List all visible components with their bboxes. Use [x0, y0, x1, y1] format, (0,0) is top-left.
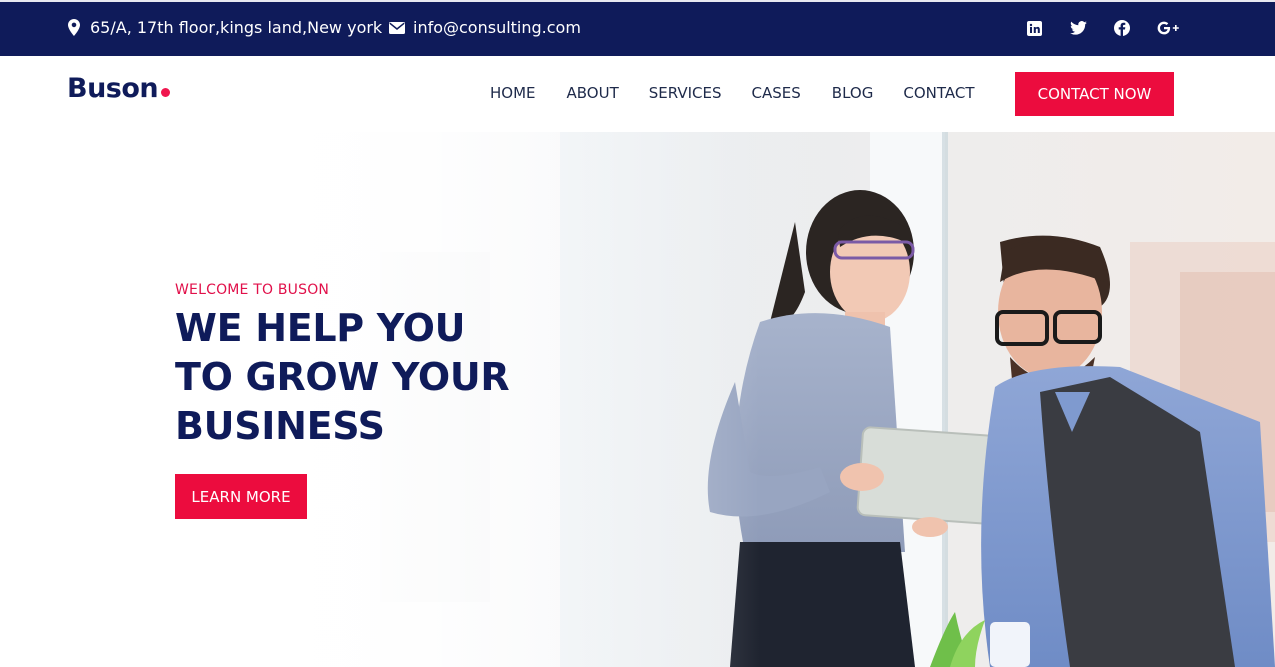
- google-plus-icon[interactable]: [1157, 19, 1179, 37]
- hero-eyebrow: WELCOME TO BUSON: [175, 282, 330, 298]
- brand-name[interactable]: Buson: [67, 73, 159, 104]
- headline-line-3: BUSINESS: [175, 404, 385, 448]
- nav-item-blog[interactable]: BLOG: [832, 84, 874, 102]
- brand-logo[interactable]: Buson: [67, 73, 171, 104]
- nav-item-contact[interactable]: CONTACT: [903, 84, 974, 102]
- logo-dot: [161, 88, 171, 97]
- email-text[interactable]: info@consulting.com: [413, 18, 581, 37]
- social-links: [1025, 19, 1179, 37]
- main-navbar: Buson HOME ABOUT SERVICES CASES BLOG CON…: [0, 56, 1275, 132]
- location-pin-icon: [66, 19, 82, 37]
- main-menu: HOME ABOUT SERVICES CASES BLOG CONTACT: [490, 84, 974, 102]
- headline-line-2: TO GROW YOUR: [175, 355, 510, 399]
- nav-item-services[interactable]: SERVICES: [649, 84, 722, 102]
- hero-section: WELCOME TO BUSON WE HELP YOU TO GROW YOU…: [0, 132, 1275, 667]
- learn-more-button[interactable]: LEARN MORE: [175, 474, 307, 519]
- address-text: 65/A, 17th floor,kings land,New york: [90, 18, 383, 37]
- facebook-icon[interactable]: [1113, 19, 1131, 37]
- nav-item-about[interactable]: ABOUT: [567, 84, 619, 102]
- nav-item-cases[interactable]: CASES: [752, 84, 801, 102]
- hero-headline: WE HELP YOU TO GROW YOUR BUSINESS: [175, 304, 510, 451]
- address-info: 65/A, 17th floor,kings land,New york: [66, 18, 382, 37]
- email-info[interactable]: info@consulting.com: [389, 18, 581, 37]
- top-bar: 65/A, 17th floor,kings land,New york inf…: [0, 0, 1275, 56]
- nav-item-home[interactable]: HOME: [490, 84, 536, 102]
- envelope-icon: [389, 19, 405, 37]
- contact-now-button[interactable]: CONTACT NOW: [1015, 72, 1174, 116]
- hero-content: WELCOME TO BUSON WE HELP YOU TO GROW YOU…: [175, 282, 510, 519]
- linkedin-icon[interactable]: [1025, 19, 1043, 37]
- headline-line-1: WE HELP YOU: [175, 306, 466, 350]
- twitter-icon[interactable]: [1069, 19, 1087, 37]
